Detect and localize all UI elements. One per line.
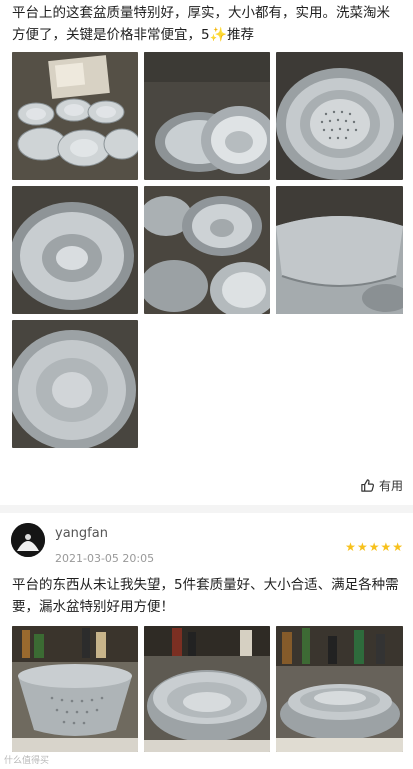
section-divider — [0, 505, 413, 513]
review-photo-grid — [12, 52, 404, 448]
review-date: 2021-03-05 20:05 — [55, 552, 155, 565]
review-photo[interactable] — [12, 186, 138, 314]
review-photo[interactable] — [276, 52, 403, 180]
helpful-button[interactable]: 有用 — [360, 477, 403, 494]
review-text-part2: 推荐 — [227, 27, 255, 43]
review-photo[interactable] — [12, 52, 138, 180]
review-photo[interactable] — [276, 186, 403, 314]
review-photo[interactable] — [144, 626, 270, 752]
avatar[interactable] — [11, 523, 45, 557]
review-text-part1: 平台上的这套盆质量特别好，厚实，大小都有，实用。洗菜淘米方便了，关键是价格非常便… — [12, 5, 390, 43]
review-text: 平台的东西从未让我失望，5件套质量好、大小合适、满足各种需要，漏水盆特别好用方便… — [12, 577, 399, 615]
star-icon: ★ — [392, 540, 403, 554]
watermark: 什么值得买 — [4, 756, 50, 766]
rating-stars: ★ ★ ★ ★ ★ — [345, 540, 403, 554]
username[interactable]: yangfan — [55, 526, 108, 541]
review-photo-grid — [12, 626, 404, 752]
review-photo[interactable] — [12, 626, 138, 752]
review-photo[interactable] — [276, 626, 403, 752]
review-photo[interactable] — [12, 320, 138, 448]
star-icon: ★ — [380, 540, 392, 554]
thumbs-up-icon — [361, 479, 374, 492]
star-icon: ✨ — [209, 27, 228, 43]
star-icon: ★ — [368, 540, 380, 554]
review-text: 平台上的这套盆质量特别好，厚实，大小都有，实用。洗菜淘米方便了，关键是价格非常便… — [12, 2, 403, 46]
star-icon: ★ — [345, 540, 356, 554]
review-photo[interactable] — [144, 186, 270, 314]
review-photo[interactable] — [144, 52, 270, 180]
star-icon: ★ — [356, 540, 368, 554]
helpful-label: 有用 — [378, 479, 403, 493]
